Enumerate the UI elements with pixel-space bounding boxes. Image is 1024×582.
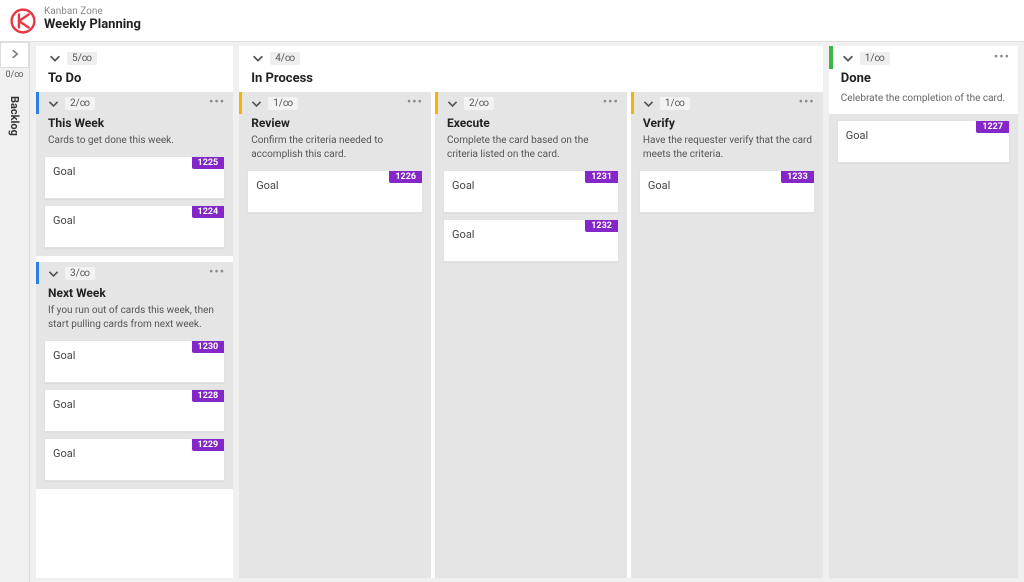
chevron-down-icon[interactable] bbox=[642, 97, 655, 110]
sublane-verify: 1/∞ ••• Verify Have the requester verify… bbox=[631, 92, 823, 578]
more-icon[interactable]: ••• bbox=[209, 100, 225, 107]
column-done-desc: Celebrate the completion of the card. bbox=[829, 92, 1018, 114]
column-done-cards: 1227 Goal bbox=[829, 114, 1018, 578]
card[interactable]: 1225 Goal bbox=[44, 156, 225, 199]
sublane-review: 1/∞ ••• Review Confirm the criteria need… bbox=[239, 92, 431, 578]
sublane-review-desc: Confirm the criteria needed to accomplis… bbox=[239, 134, 431, 170]
column-todo: 5/∞ To Do 2/∞ ••• This Week Cards to get… bbox=[36, 46, 233, 578]
column-done-wip: 1/∞ bbox=[860, 52, 890, 65]
sublane-verify-head: 1/∞ ••• bbox=[631, 92, 823, 114]
lane-next-week: 3/∞ ••• Next Week If you run out of card… bbox=[36, 262, 233, 489]
lane-this-week-desc: Cards to get done this week. bbox=[36, 134, 233, 156]
backlog-expand-button[interactable] bbox=[0, 42, 29, 68]
card-badge: 1231 bbox=[585, 171, 618, 183]
lane-next-week-desc: If you run out of cards this week, then … bbox=[36, 304, 233, 340]
lane-this-week-head: 2/∞ ••• bbox=[36, 92, 233, 114]
sublane-verify-desc: Have the requester verify that the card … bbox=[631, 134, 823, 170]
card[interactable]: 1230 Goal bbox=[44, 340, 225, 383]
sublane-verify-wip: 1/∞ bbox=[660, 97, 690, 110]
column-todo-head: 5/∞ bbox=[36, 46, 233, 69]
chevron-down-icon[interactable] bbox=[251, 51, 265, 65]
chevron-down-icon[interactable] bbox=[48, 51, 62, 65]
card-badge: 1224 bbox=[192, 206, 225, 218]
column-todo-lanes: 2/∞ ••• This Week Cards to get done this… bbox=[36, 92, 233, 578]
sublane-execute-cards: 1231 Goal 1232 Goal bbox=[435, 170, 627, 262]
brand-label: Kanban Zone bbox=[44, 7, 141, 17]
sublane-verify-cards: 1233 Goal bbox=[631, 170, 823, 213]
lane-this-week: 2/∞ ••• This Week Cards to get done this… bbox=[36, 92, 233, 256]
card-badge: 1233 bbox=[781, 171, 814, 183]
chevron-down-icon[interactable] bbox=[250, 97, 263, 110]
app-header: Kanban Zone Weekly Planning bbox=[0, 0, 1024, 42]
more-icon[interactable]: ••• bbox=[407, 100, 423, 107]
column-in-process: 4/∞ In Process 1/∞ ••• Review Confirm th… bbox=[239, 46, 823, 578]
column-in-process-head: 4/∞ bbox=[239, 46, 823, 69]
card[interactable]: 1231 Goal bbox=[443, 170, 619, 213]
chevron-down-icon[interactable] bbox=[47, 97, 60, 110]
card-badge: 1228 bbox=[192, 390, 225, 402]
sublane-execute-title: Execute bbox=[435, 114, 627, 134]
card[interactable]: 1229 Goal bbox=[44, 438, 225, 481]
chevron-down-icon[interactable] bbox=[841, 51, 855, 65]
lane-next-week-wip: 3/∞ bbox=[65, 267, 95, 280]
card-badge: 1229 bbox=[192, 439, 225, 451]
sublane-review-head: 1/∞ ••• bbox=[239, 92, 431, 114]
more-icon[interactable]: ••• bbox=[799, 100, 815, 107]
column-in-process-wip: 4/∞ bbox=[270, 52, 300, 65]
sublane-execute: 2/∞ ••• Execute Complete the card based … bbox=[435, 92, 627, 578]
sublane-review-title: Review bbox=[239, 114, 431, 134]
lane-next-week-title: Next Week bbox=[36, 284, 233, 304]
card[interactable]: 1226 Goal bbox=[247, 170, 423, 213]
sublane-execute-desc: Complete the card based on the criteria … bbox=[435, 134, 627, 170]
card[interactable]: 1233 Goal bbox=[639, 170, 815, 213]
lane-this-week-cards: 1225 Goal 1224 Goal bbox=[36, 156, 233, 248]
board-title: Weekly Planning bbox=[44, 17, 141, 34]
card-badge: 1226 bbox=[389, 171, 422, 183]
app-logo bbox=[10, 8, 36, 34]
header-text: Kanban Zone Weekly Planning bbox=[44, 7, 141, 34]
card-badge: 1227 bbox=[976, 121, 1009, 133]
more-icon[interactable]: ••• bbox=[994, 55, 1010, 62]
more-icon[interactable]: ••• bbox=[603, 100, 619, 107]
backlog-label: Backlog bbox=[8, 96, 21, 136]
column-done: 1/∞ ••• Done Celebrate the completion of… bbox=[829, 46, 1018, 578]
column-in-process-title: In Process bbox=[239, 69, 823, 92]
sublane-execute-wip: 2/∞ bbox=[464, 97, 494, 110]
column-done-title: Done bbox=[829, 69, 1018, 92]
columns-container: 5/∞ To Do 2/∞ ••• This Week Cards to get… bbox=[30, 42, 1024, 582]
backlog-wip: 0/∞ bbox=[5, 70, 23, 80]
column-todo-wip: 5/∞ bbox=[67, 52, 97, 65]
card-badge: 1225 bbox=[192, 157, 225, 169]
card[interactable]: 1224 Goal bbox=[44, 205, 225, 248]
card[interactable]: 1232 Goal bbox=[443, 219, 619, 262]
sublane-review-cards: 1226 Goal bbox=[239, 170, 431, 213]
card[interactable]: 1228 Goal bbox=[44, 389, 225, 432]
more-icon[interactable]: ••• bbox=[209, 270, 225, 277]
backlog-collapsed: 0/∞ Backlog bbox=[0, 42, 30, 582]
sublane-verify-title: Verify bbox=[631, 114, 823, 134]
lane-this-week-title: This Week bbox=[36, 114, 233, 134]
sublane-review-wip: 1/∞ bbox=[268, 97, 298, 110]
card-badge: 1230 bbox=[192, 341, 225, 353]
chevron-down-icon[interactable] bbox=[47, 267, 60, 280]
chevron-down-icon[interactable] bbox=[446, 97, 459, 110]
lane-next-week-head: 3/∞ ••• bbox=[36, 262, 233, 284]
lane-next-week-cards: 1230 Goal 1228 Goal 1229 Goal bbox=[36, 340, 233, 481]
chevron-right-icon bbox=[9, 48, 21, 63]
board: 0/∞ Backlog 5/∞ To Do 2/∞ •• bbox=[0, 42, 1024, 582]
card[interactable]: 1227 Goal bbox=[837, 120, 1010, 163]
column-todo-title: To Do bbox=[36, 69, 233, 92]
card-badge: 1232 bbox=[585, 220, 618, 232]
lane-this-week-wip: 2/∞ bbox=[65, 97, 95, 110]
sublane-execute-head: 2/∞ ••• bbox=[435, 92, 627, 114]
column-in-process-sublanes: 1/∞ ••• Review Confirm the criteria need… bbox=[239, 92, 823, 578]
column-done-head: 1/∞ ••• bbox=[829, 46, 1018, 69]
